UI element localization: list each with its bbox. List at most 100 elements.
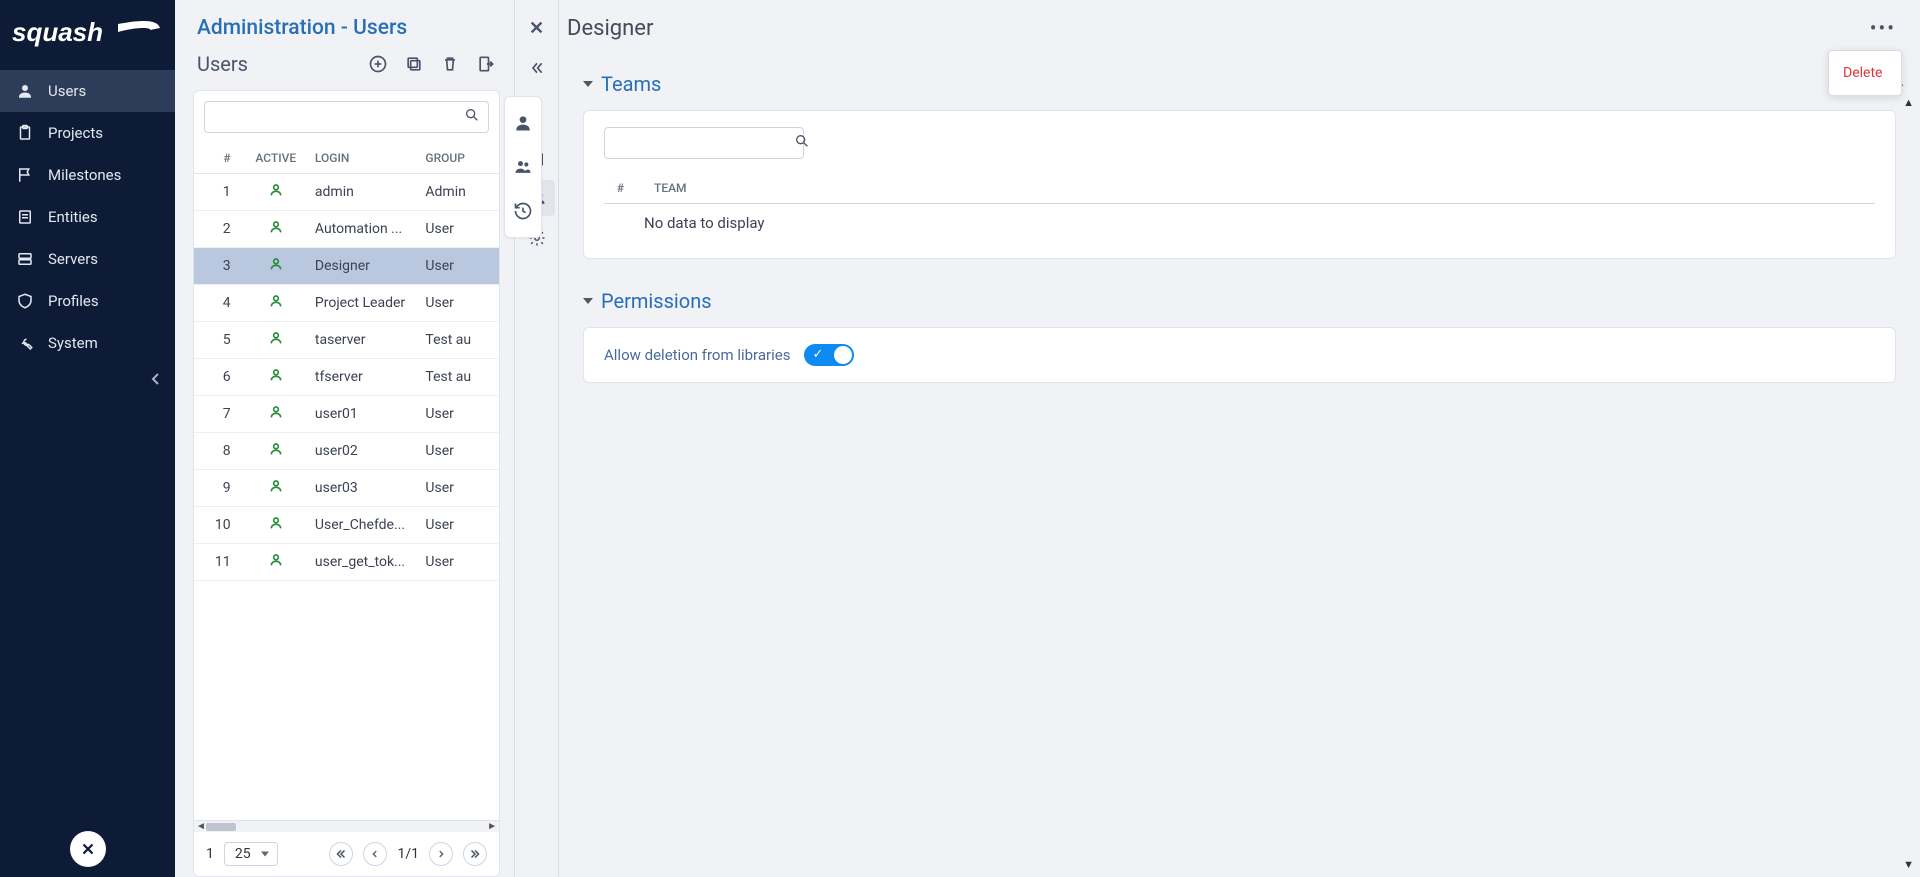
sidebar-item-profiles[interactable]: Profiles xyxy=(0,280,175,322)
page-info: 1/1 xyxy=(397,846,419,862)
allow-delete-toggle[interactable]: ✓ xyxy=(804,344,854,366)
wrench-icon xyxy=(16,334,34,352)
allow-delete-label: Allow deletion from libraries xyxy=(604,346,790,364)
table-row[interactable]: 1adminAdmin xyxy=(194,174,499,211)
page-prev[interactable] xyxy=(363,842,387,866)
table-row[interactable]: 7user01User xyxy=(194,396,499,433)
scroll-down-arrow[interactable]: ▼ xyxy=(1903,858,1914,871)
row-active xyxy=(243,359,309,396)
col-login[interactable]: LOGIN xyxy=(309,143,420,174)
page-next[interactable] xyxy=(429,842,453,866)
page-first[interactable] xyxy=(329,842,353,866)
sidebar-item-entities[interactable]: Entities xyxy=(0,196,175,238)
detail-main: Designer ••• Delete ▲ ▼ Teams xyxy=(559,0,1920,877)
close-detail-icon[interactable]: ✕ xyxy=(519,10,555,46)
table-row[interactable]: 5 taserverTest au xyxy=(194,322,499,359)
row-group: User xyxy=(419,396,499,433)
active-user-icon xyxy=(268,294,284,313)
teams-header[interactable]: Teams xyxy=(583,66,1896,102)
row-active xyxy=(243,322,309,359)
teams-col-num[interactable]: # xyxy=(604,173,644,204)
side-icon-rail xyxy=(504,96,542,238)
dropdown-delete[interactable]: Delete xyxy=(1829,57,1901,89)
delete-button[interactable] xyxy=(438,52,462,76)
active-user-icon xyxy=(268,183,284,202)
page-last[interactable] xyxy=(463,842,487,866)
export-button[interactable] xyxy=(474,52,498,76)
sidebar-item-servers[interactable]: Servers xyxy=(0,238,175,280)
server-icon xyxy=(16,250,34,268)
row-active xyxy=(243,396,309,433)
row-group: User xyxy=(419,248,499,285)
sidebar-item-users[interactable]: Users xyxy=(0,70,175,112)
sidebar-item-label: Users xyxy=(48,82,86,100)
row-login: user02 xyxy=(309,433,420,470)
permissions-header[interactable]: Permissions xyxy=(583,283,1896,319)
sidebar-item-milestones[interactable]: Milestones xyxy=(0,154,175,196)
table-row[interactable]: 11user_get_tok...User xyxy=(194,544,499,581)
rail-history-icon[interactable] xyxy=(511,199,535,223)
horizontal-scrollbar[interactable]: ◄ ► xyxy=(194,820,499,832)
col-group[interactable]: GROUP xyxy=(419,143,499,174)
rail-team-icon[interactable] xyxy=(511,155,535,179)
teams-empty: No data to display xyxy=(604,204,1875,243)
sidebar-item-label: Entities xyxy=(48,208,98,226)
row-num: 4 xyxy=(194,285,243,322)
teams-col-team[interactable]: TEAM xyxy=(644,173,1875,204)
users-search-input[interactable] xyxy=(213,109,464,125)
row-num: 3 xyxy=(194,248,243,285)
row-login: admin xyxy=(309,174,420,211)
more-actions-button[interactable]: ••• xyxy=(1862,12,1904,44)
rail-user-icon[interactable] xyxy=(511,111,535,135)
row-login: user01 xyxy=(309,396,420,433)
active-user-icon xyxy=(268,368,284,387)
copy-button[interactable] xyxy=(402,52,426,76)
active-user-icon xyxy=(268,553,284,572)
teams-search-input[interactable] xyxy=(613,135,794,151)
row-num: 5 xyxy=(194,322,243,359)
collapse-sidebar-button[interactable] xyxy=(0,364,175,398)
row-group: User xyxy=(419,211,499,248)
table-row[interactable]: 2Automation ...User xyxy=(194,211,499,248)
collapse-detail-icon[interactable] xyxy=(519,50,555,86)
sidebar-item-projects[interactable]: Projects xyxy=(0,112,175,154)
row-login: Designer xyxy=(309,248,420,285)
table-row[interactable]: 6tfserverTest au xyxy=(194,359,499,396)
active-user-icon xyxy=(268,442,284,461)
page-size-select[interactable]: 25 xyxy=(224,842,278,866)
permissions-heading: Permissions xyxy=(601,289,712,313)
scroll-up-arrow[interactable]: ▲ xyxy=(1903,96,1914,109)
row-active xyxy=(243,248,309,285)
exit-button[interactable] xyxy=(70,831,106,867)
row-num: 9 xyxy=(194,470,243,507)
sidebar-item-system[interactable]: System xyxy=(0,322,175,364)
row-group: User xyxy=(419,507,499,544)
table-row[interactable]: 3 DesignerUser xyxy=(194,248,499,285)
teams-table: # TEAM No data to display xyxy=(604,173,1875,242)
row-group: User xyxy=(419,433,499,470)
search-icon[interactable] xyxy=(464,107,480,127)
sidebar-item-label: Milestones xyxy=(48,166,121,184)
table-row[interactable]: 9user03User xyxy=(194,470,499,507)
users-subtitle: Users xyxy=(197,52,248,76)
row-active xyxy=(243,507,309,544)
pager: 1 25 1/1 xyxy=(194,832,499,876)
table-row[interactable]: 8user02User xyxy=(194,433,499,470)
row-group: Test au xyxy=(419,322,499,359)
col-active[interactable]: ACTIVE xyxy=(243,143,309,174)
row-active xyxy=(243,470,309,507)
col-num[interactable]: # xyxy=(194,143,243,174)
row-login: Project Leader xyxy=(309,285,420,322)
table-row[interactable]: 4Project LeaderUser xyxy=(194,285,499,322)
row-login: tfserver xyxy=(309,359,420,396)
table-row[interactable]: 10User_Chefde...User xyxy=(194,507,499,544)
add-user-button[interactable] xyxy=(366,52,390,76)
active-user-icon xyxy=(268,479,284,498)
row-active xyxy=(243,211,309,248)
row-login: taserver xyxy=(309,322,420,359)
users-table: # ACTIVE LOGIN GROUP 1adminAdmin2Automat… xyxy=(194,143,499,581)
search-icon[interactable] xyxy=(794,133,810,153)
row-group: User xyxy=(419,470,499,507)
users-search-box xyxy=(204,101,489,133)
active-user-icon xyxy=(268,516,284,535)
